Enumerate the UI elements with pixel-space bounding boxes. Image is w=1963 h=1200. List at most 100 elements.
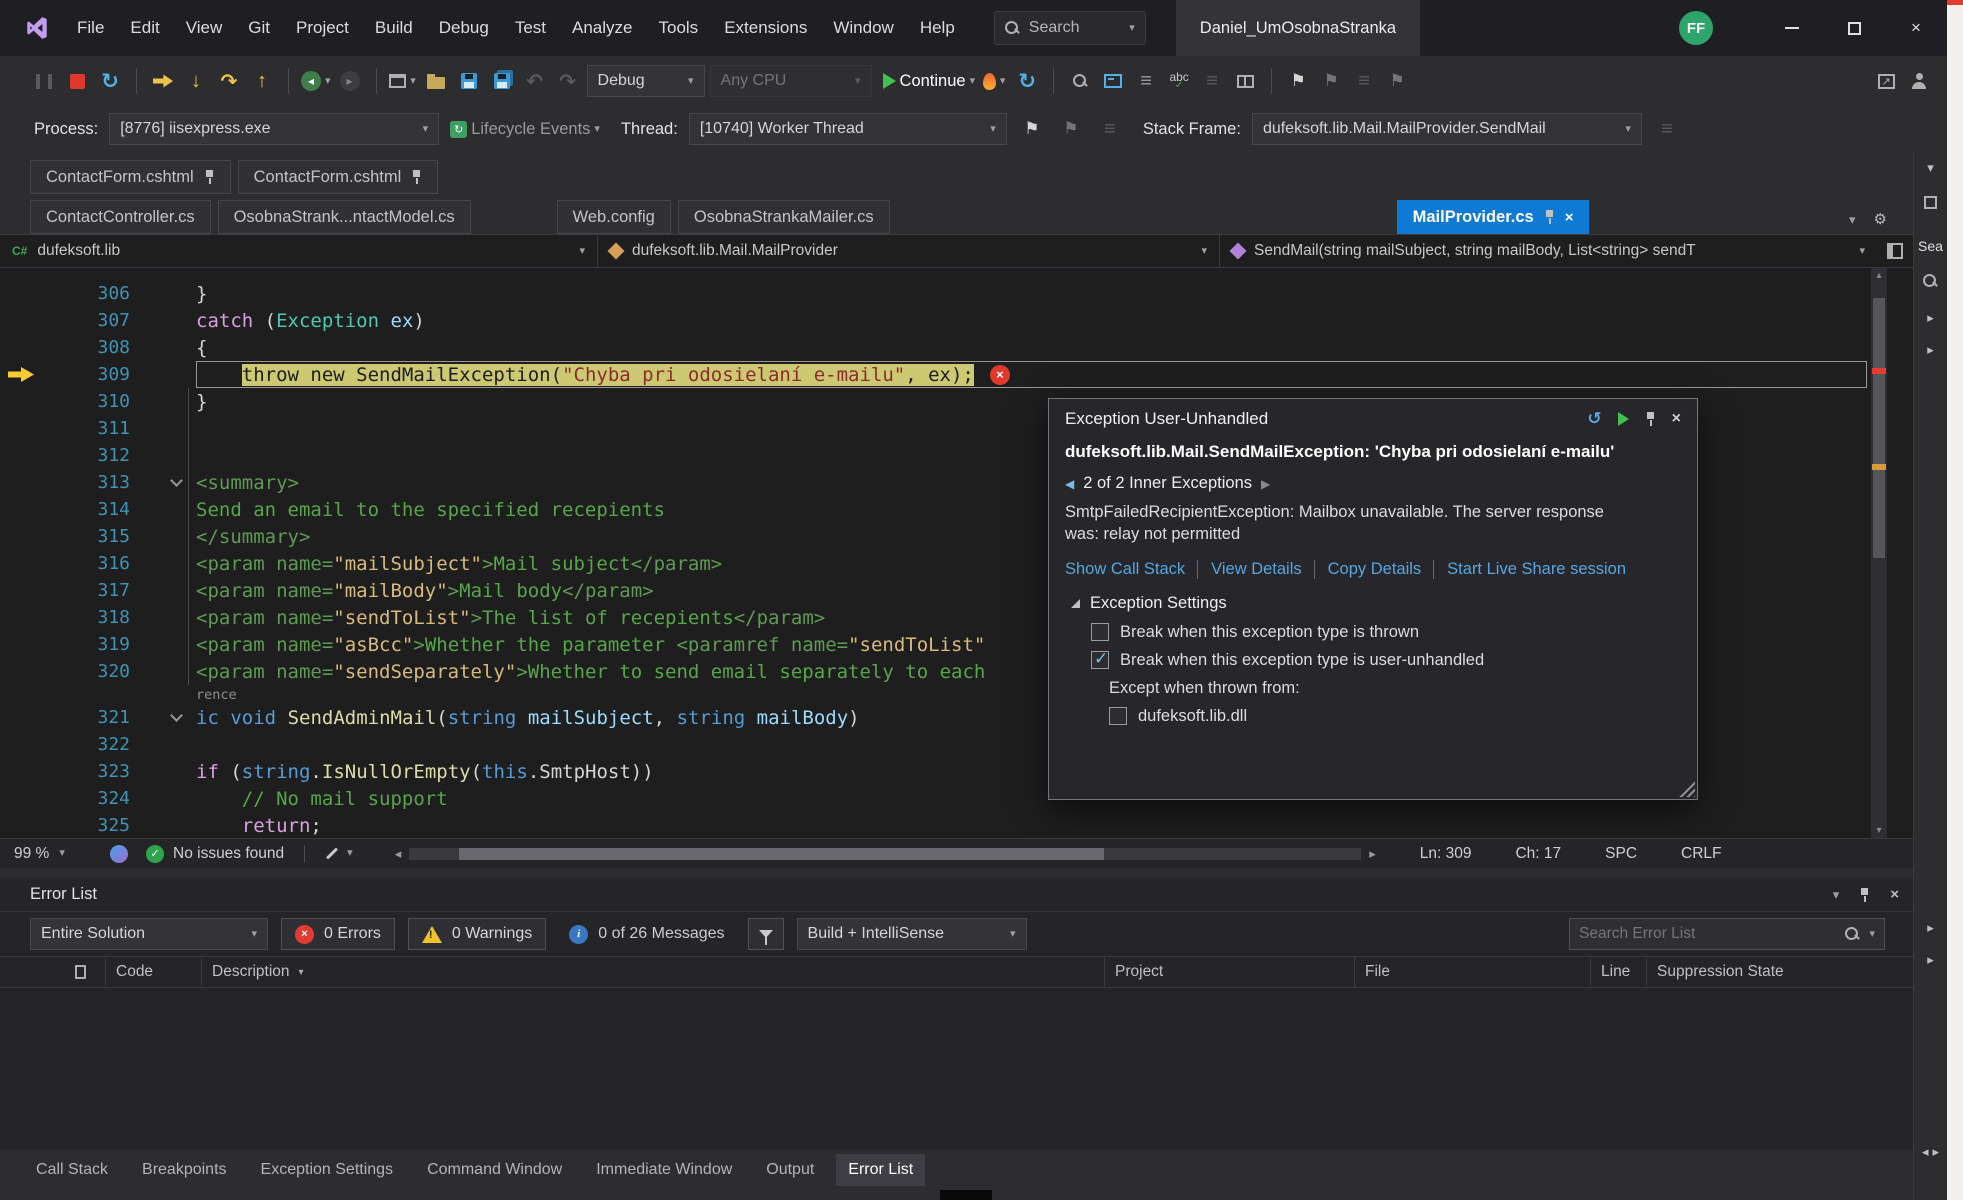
- menu-item[interactable]: Build: [362, 0, 426, 56]
- scrollbar-thumb[interactable]: [459, 848, 1104, 860]
- popup-link[interactable]: Start Live Share session: [1433, 560, 1626, 579]
- type-dropdown[interactable]: dufeksoft.lib.Mail.MailProvider ▾: [598, 235, 1220, 267]
- breakpoint-margin[interactable]: [0, 704, 46, 731]
- breakpoint-margin[interactable]: [0, 334, 46, 361]
- checkbox-icon[interactable]: [1091, 651, 1109, 669]
- tab-list-dropdown-icon[interactable]: ▾: [1849, 213, 1856, 226]
- document-options-gear-icon[interactable]: ⚙: [1874, 210, 1887, 228]
- editor-health-icon[interactable]: [110, 845, 128, 863]
- menu-item[interactable]: File: [64, 0, 117, 56]
- next-bookmark-button[interactable]: ⚑: [1383, 63, 1411, 99]
- chevron-right-icon[interactable]: ▸: [1914, 342, 1947, 358]
- checkbox-icon[interactable]: [1109, 707, 1127, 725]
- lifecycle-events-button[interactable]: ↻ Lifecycle Events ▾: [450, 111, 600, 147]
- filter-button[interactable]: [748, 918, 784, 950]
- send-feedback-button[interactable]: [1905, 63, 1933, 99]
- save-all-button[interactable]: [488, 63, 516, 99]
- bookmark-window-button[interactable]: ≡: [1350, 63, 1378, 99]
- eol-indicator[interactable]: CRLF: [1681, 845, 1721, 863]
- document-tab[interactable]: OsobnaStrank...ntactModel.cs ×: [218, 200, 471, 234]
- member-dropdown[interactable]: SendMail(string mailSubject, string mail…: [1220, 235, 1877, 267]
- search-input[interactable]: [1579, 925, 1836, 943]
- maximize-button[interactable]: [1823, 0, 1885, 56]
- panel-tab[interactable]: Command Window: [415, 1154, 574, 1186]
- hot-reload-button[interactable]: ▾: [980, 63, 1008, 99]
- breakpoint-margin[interactable]: [0, 812, 46, 838]
- popup-link[interactable]: View Details: [1197, 560, 1301, 579]
- continue-icon[interactable]: [1618, 412, 1629, 426]
- account-avatar[interactable]: FF: [1679, 11, 1713, 45]
- breakpoint-margin[interactable]: [0, 785, 46, 812]
- stack-frame-dropdown[interactable]: dufeksoft.lib.Mail.MailProvider.SendMail…: [1252, 113, 1642, 145]
- horizontal-scrollbar[interactable]: [409, 848, 1361, 860]
- previous-bookmark-button[interactable]: ⚑: [1317, 63, 1345, 99]
- show-flagged-only-button[interactable]: ⚑: [1057, 111, 1085, 147]
- popup-link[interactable]: Copy Details: [1314, 560, 1422, 579]
- exception-settings-header[interactable]: Exception Settings: [1071, 594, 1681, 613]
- step-out-button[interactable]: ↑: [248, 63, 276, 99]
- checkbox-icon[interactable]: [1091, 623, 1109, 641]
- split-editor-icon[interactable]: [1887, 243, 1903, 259]
- save-button[interactable]: [455, 63, 483, 99]
- tool-window-icon[interactable]: [1914, 196, 1947, 209]
- scroll-up-icon[interactable]: ▴: [1871, 270, 1887, 281]
- pin-icon[interactable]: [1645, 412, 1656, 426]
- menu-item[interactable]: View: [173, 0, 236, 56]
- column-header[interactable]: Description ▾: [202, 957, 1105, 987]
- document-tab[interactable]: ContactController.cs ×: [30, 200, 211, 234]
- expander-icon[interactable]: [1071, 599, 1080, 608]
- continue-button[interactable]: Continue ▾: [883, 63, 976, 99]
- panel-tab[interactable]: Call Stack: [24, 1154, 120, 1186]
- breakpoint-margin[interactable]: [0, 307, 46, 334]
- error-list-body[interactable]: [0, 988, 1913, 1148]
- resize-grip[interactable]: [1678, 780, 1695, 797]
- zoom-dropdown[interactable]: 99 % ▾: [8, 845, 100, 863]
- document-tab[interactable]: MailProvider.cs ×: [1397, 200, 1590, 234]
- code-cleanup-button[interactable]: ▾: [325, 848, 353, 859]
- close-button[interactable]: ×: [1885, 0, 1947, 56]
- step-into-button[interactable]: ↓: [182, 63, 210, 99]
- next-exception-icon[interactable]: ▶: [1261, 477, 1270, 491]
- column-header[interactable]: Suppression State ▾: [1647, 957, 1913, 987]
- close-tab-icon[interactable]: ×: [1565, 209, 1574, 226]
- window-layout-button[interactable]: ▾: [389, 63, 417, 99]
- navigate-forward-button[interactable]: ▸: [336, 63, 364, 99]
- document-tab[interactable]: OsobnaStrankaMailer.cs ×: [678, 200, 890, 234]
- module-checkbox[interactable]: dufeksoft.lib.dll: [1109, 707, 1681, 726]
- messages-toggle[interactable]: i 0 of 26 Messages: [559, 925, 734, 944]
- document-tab[interactable]: ContactForm.cshtml: [238, 160, 439, 194]
- collapse-region-icon[interactable]: [170, 474, 183, 487]
- exception-setting-checkbox[interactable]: Break when this exception type is user-u…: [1091, 651, 1681, 670]
- source-dropdown[interactable]: Build + IntelliSense ▾: [797, 918, 1027, 950]
- search-icon[interactable]: [1845, 927, 1860, 942]
- vertical-scrollbar[interactable]: ▴ ▾: [1871, 268, 1887, 838]
- task-list-button[interactable]: ≡: [1132, 63, 1160, 99]
- split-window-button[interactable]: [1231, 63, 1259, 99]
- panel-tab[interactable]: Breakpoints: [130, 1154, 239, 1186]
- collapse-region-icon[interactable]: [170, 709, 183, 722]
- panel-tab[interactable]: Output: [754, 1154, 826, 1186]
- exception-setting-checkbox[interactable]: Break when this exception type is thrown: [1091, 623, 1681, 642]
- chevron-down-icon[interactable]: ▾: [1914, 160, 1947, 176]
- breakpoint-margin[interactable]: [0, 415, 46, 442]
- project-dropdown[interactable]: C# dufeksoft.lib ▾: [0, 235, 598, 267]
- stop-button[interactable]: [63, 63, 91, 99]
- space-indicator[interactable]: SPC: [1605, 845, 1637, 863]
- menu-item[interactable]: Edit: [117, 0, 172, 56]
- scope-dropdown[interactable]: Entire Solution ▾: [30, 918, 268, 950]
- search-box[interactable]: Search ▾: [994, 11, 1146, 45]
- history-icon[interactable]: ↺: [1587, 409, 1601, 429]
- column-header[interactable]: ▾: [0, 957, 106, 987]
- breakpoint-margin[interactable]: [0, 577, 46, 604]
- chevron-right-icon[interactable]: ▸: [1914, 952, 1947, 968]
- scroll-down-icon[interactable]: ▾: [1871, 825, 1887, 836]
- menu-item[interactable]: Project: [283, 0, 362, 56]
- menu-item[interactable]: Window: [820, 0, 906, 56]
- column-header[interactable]: Line ▾: [1591, 957, 1647, 987]
- tab-scroll-arrows[interactable]: ◂▸: [1914, 1144, 1947, 1160]
- outlining-margin[interactable]: [156, 481, 196, 485]
- chevron-right-icon[interactable]: ▸: [1914, 310, 1947, 326]
- search-icon[interactable]: [1914, 274, 1947, 289]
- issues-indicator[interactable]: ✓ No issues found: [146, 845, 284, 863]
- document-tab[interactable]: ContactForm.cshtml: [30, 160, 231, 194]
